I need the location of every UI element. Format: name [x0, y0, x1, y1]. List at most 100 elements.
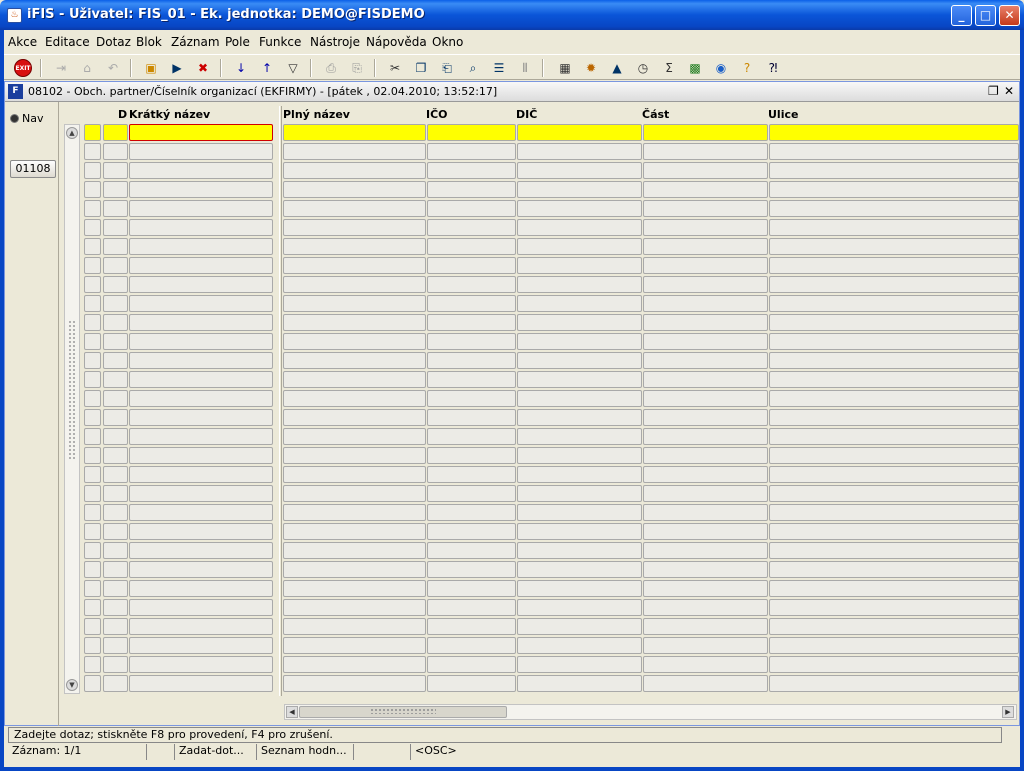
cell-d[interactable] [103, 485, 128, 502]
cell-dic[interactable] [517, 390, 642, 407]
cell-select[interactable] [84, 295, 101, 312]
menu-nastroje[interactable]: Nástroje [310, 35, 360, 49]
cell-ico[interactable] [427, 656, 516, 673]
cell-short-name[interactable] [129, 447, 273, 464]
cell-part[interactable] [643, 181, 768, 198]
cell-short-name[interactable] [129, 371, 273, 388]
cell-full-name[interactable] [283, 428, 426, 445]
cell-ico[interactable] [427, 428, 516, 445]
cell-part[interactable] [643, 580, 768, 597]
cell-part[interactable] [643, 542, 768, 559]
cell-select[interactable] [84, 314, 101, 331]
cell-dic[interactable] [517, 504, 642, 521]
find-icon[interactable]: ⌕ [464, 59, 482, 77]
cell-street[interactable] [769, 181, 1019, 198]
cell-part[interactable] [643, 314, 768, 331]
print-icon[interactable]: ⎙ [322, 59, 340, 77]
menu-editace[interactable]: Editace [45, 35, 90, 49]
cell-d[interactable] [103, 409, 128, 426]
cell-short-name[interactable] [129, 485, 273, 502]
cell-select[interactable] [84, 580, 101, 597]
cell-d[interactable] [103, 124, 128, 141]
cell-short-name[interactable] [129, 124, 273, 141]
cell-full-name[interactable] [283, 618, 426, 635]
cell-select[interactable] [84, 390, 101, 407]
cell-dic[interactable] [517, 314, 642, 331]
cell-d[interactable] [103, 295, 128, 312]
cell-full-name[interactable] [283, 200, 426, 217]
cell-dic[interactable] [517, 333, 642, 350]
cell-dic[interactable] [517, 295, 642, 312]
cell-d[interactable] [103, 371, 128, 388]
cell-d[interactable] [103, 656, 128, 673]
cell-full-name[interactable] [283, 580, 426, 597]
cell-d[interactable] [103, 162, 128, 179]
cell-select[interactable] [84, 371, 101, 388]
cell-select[interactable] [84, 447, 101, 464]
cell-select[interactable] [84, 561, 101, 578]
cell-full-name[interactable] [283, 504, 426, 521]
cell-full-name[interactable] [283, 371, 426, 388]
cell-d[interactable] [103, 314, 128, 331]
cell-d[interactable] [103, 637, 128, 654]
sort-asc-icon[interactable]: ↓ [232, 59, 250, 77]
cell-ico[interactable] [427, 542, 516, 559]
cell-part[interactable] [643, 409, 768, 426]
cell-short-name[interactable] [129, 257, 273, 274]
cell-street[interactable] [769, 580, 1019, 597]
horizontal-scrollbar[interactable]: ◀ ▶ [284, 704, 1017, 720]
cell-street[interactable] [769, 352, 1019, 369]
cell-select[interactable] [84, 238, 101, 255]
cell-part[interactable] [643, 447, 768, 464]
cell-dic[interactable] [517, 162, 642, 179]
cell-dic[interactable] [517, 637, 642, 654]
cell-select[interactable] [84, 162, 101, 179]
cell-short-name[interactable] [129, 238, 273, 255]
cell-full-name[interactable] [283, 675, 426, 692]
cell-ico[interactable] [427, 447, 516, 464]
cell-full-name[interactable] [283, 466, 426, 483]
cell-dic[interactable] [517, 580, 642, 597]
cell-part[interactable] [643, 200, 768, 217]
cell-full-name[interactable] [283, 637, 426, 654]
cell-full-name[interactable] [283, 352, 426, 369]
menu-blok[interactable]: Blok [136, 35, 162, 49]
cell-full-name[interactable] [283, 409, 426, 426]
menu-zaznam[interactable]: Záznam [171, 35, 220, 49]
cell-dic[interactable] [517, 542, 642, 559]
cell-select[interactable] [84, 219, 101, 236]
cell-dic[interactable] [517, 238, 642, 255]
restore-icon[interactable]: ❐ [988, 84, 999, 98]
cell-d[interactable] [103, 390, 128, 407]
cell-part[interactable] [643, 219, 768, 236]
cell-full-name[interactable] [283, 542, 426, 559]
cell-d[interactable] [103, 542, 128, 559]
menu-dotaz[interactable]: Dotaz [96, 35, 131, 49]
cell-dic[interactable] [517, 466, 642, 483]
cell-d[interactable] [103, 504, 128, 521]
cell-dic[interactable] [517, 599, 642, 616]
cell-part[interactable] [643, 295, 768, 312]
cell-ico[interactable] [427, 295, 516, 312]
cell-ico[interactable] [427, 257, 516, 274]
cell-part[interactable] [643, 162, 768, 179]
menu-funkce[interactable]: Funkce [259, 35, 301, 49]
cell-select[interactable] [84, 656, 101, 673]
cell-street[interactable] [769, 599, 1019, 616]
cell-street[interactable] [769, 618, 1019, 635]
cell-ico[interactable] [427, 181, 516, 198]
rollback-icon[interactable]: ↶ [104, 59, 122, 77]
cell-short-name[interactable] [129, 409, 273, 426]
cell-street[interactable] [769, 162, 1019, 179]
cell-select[interactable] [84, 276, 101, 293]
cell-part[interactable] [643, 466, 768, 483]
cell-ico[interactable] [427, 618, 516, 635]
whats-this-icon[interactable]: ⁈ [764, 59, 782, 77]
cell-short-name[interactable] [129, 314, 273, 331]
cell-select[interactable] [84, 466, 101, 483]
cell-dic[interactable] [517, 561, 642, 578]
cell-short-name[interactable] [129, 352, 273, 369]
cell-part[interactable] [643, 599, 768, 616]
sum-icon[interactable]: Σ [660, 59, 678, 77]
cell-full-name[interactable] [283, 238, 426, 255]
